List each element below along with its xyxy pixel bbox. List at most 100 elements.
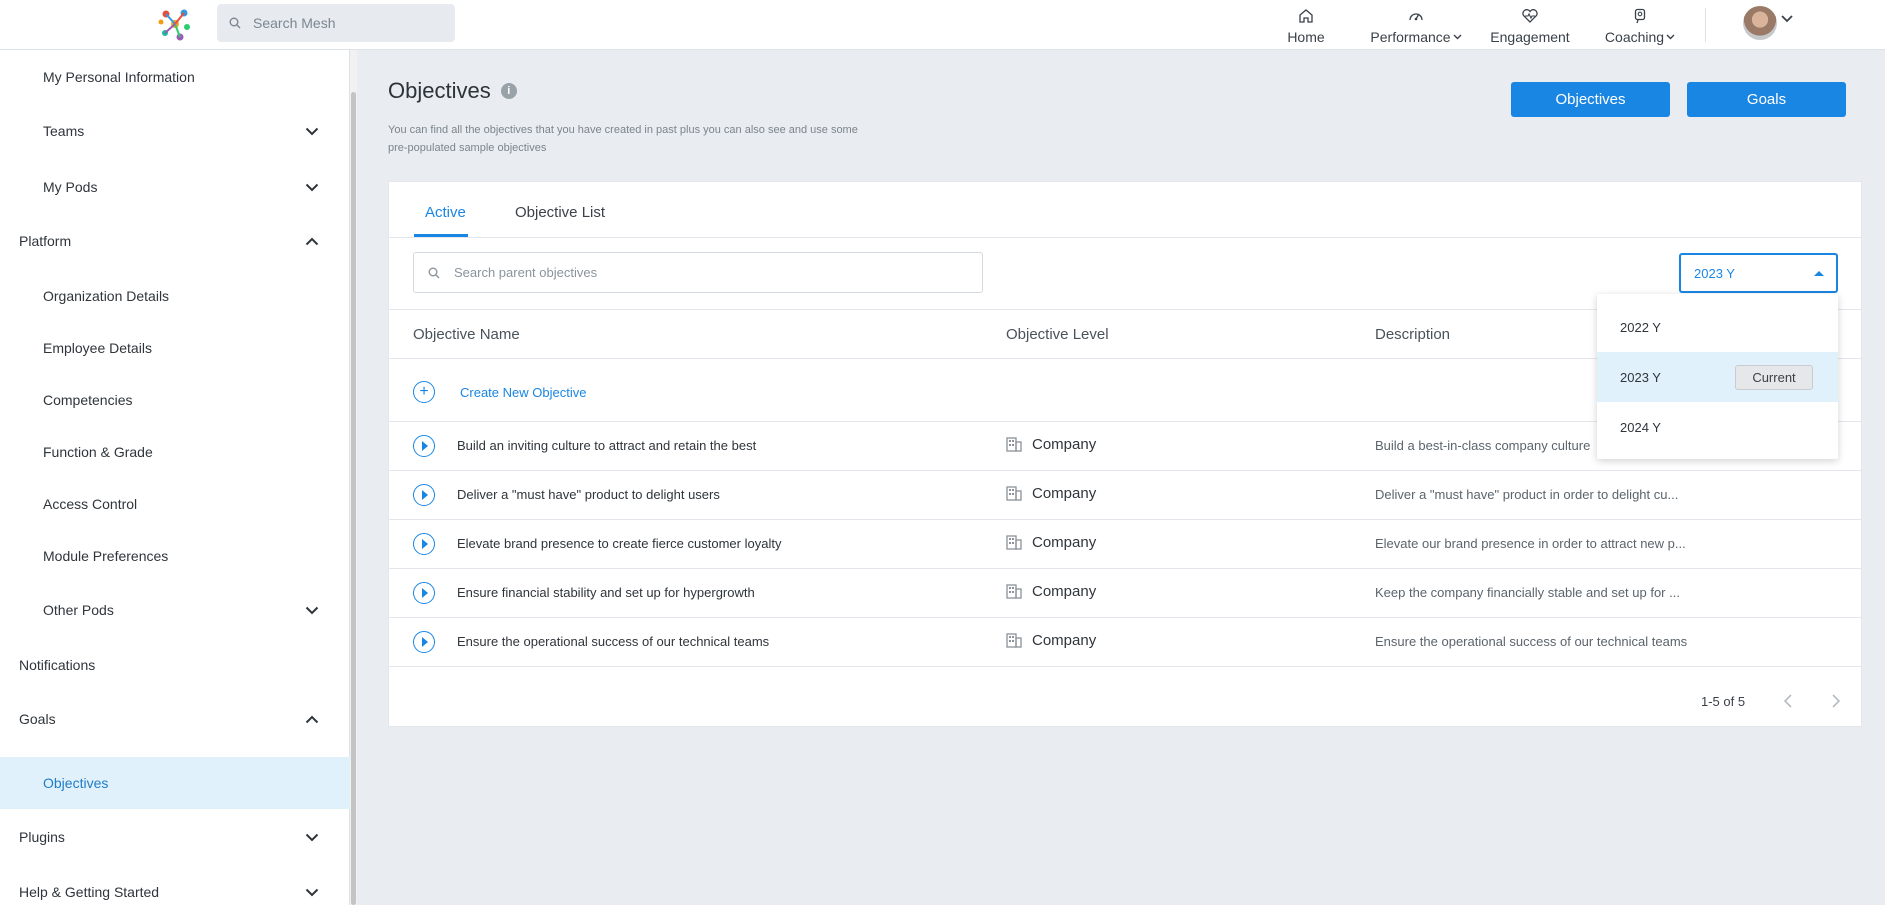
- sidebar-item-label: My Pods: [43, 179, 98, 195]
- objective-description: Keep the company financially stable and …: [1375, 585, 1680, 600]
- top-navbar: Search Mesh Home Performance Engagement …: [0, 0, 1885, 50]
- objective-name: Elevate brand presence to create fierce …: [457, 536, 782, 551]
- sidebar-item-label: My Personal Information: [43, 69, 195, 85]
- sidebar-item-teams[interactable]: Teams: [0, 120, 350, 142]
- objective-level: Company: [1006, 534, 1096, 551]
- create-new-objective-button[interactable]: + Create New Objective: [413, 381, 586, 403]
- nav-home[interactable]: Home: [1283, 0, 1329, 50]
- objective-level-label: Company: [1032, 632, 1097, 649]
- sidebar-item-label: Competencies: [43, 392, 133, 408]
- pagination-range: 1-5 of 5: [1701, 694, 1746, 709]
- nav-engagement[interactable]: Engagement: [1490, 0, 1570, 50]
- objective-name: Deliver a "must have" product to delight…: [457, 487, 720, 502]
- sidebar-item-competencies[interactable]: Competencies: [0, 389, 350, 411]
- sidebar-item-label: Other Pods: [43, 602, 114, 618]
- table-row[interactable]: Ensure financial stability and set up fo…: [389, 569, 1861, 618]
- objective-name: Build an inviting culture to attract and…: [457, 438, 757, 453]
- objective-name: Ensure financial stability and set up fo…: [457, 585, 755, 600]
- objective-level-label: Company: [1032, 485, 1097, 502]
- sidebar-item-label: Platform: [19, 233, 72, 249]
- sidebar-item-objectives[interactable]: Objectives: [0, 757, 350, 809]
- nav-engagement-label: Engagement: [1490, 28, 1570, 45]
- objective-level: Company: [1006, 485, 1096, 502]
- sidebar-item-access-control[interactable]: Access Control: [0, 493, 350, 515]
- sidebar-item-function-grade[interactable]: Function & Grade: [0, 441, 350, 463]
- home-icon: [1299, 8, 1313, 23]
- performance-icon: [1409, 12, 1423, 20]
- sidebar-item-module-preferences[interactable]: Module Preferences: [0, 545, 350, 567]
- parent-objectives-search-placeholder: Search parent objectives: [454, 265, 598, 280]
- sidebar-item-label: Notifications: [19, 657, 96, 673]
- sidebar-item-label: Goals: [19, 711, 56, 727]
- tab-objective-list[interactable]: Objective List: [515, 204, 605, 221]
- chevron-up-icon: [305, 237, 319, 245]
- caret-up-icon: [1814, 271, 1824, 276]
- expand-play-icon[interactable]: [413, 582, 435, 604]
- mesh-logo[interactable]: [156, 5, 194, 43]
- sidebar-item-my-personal-information[interactable]: My Personal Information: [0, 66, 350, 88]
- year-option-2023[interactable]: 2023 Y Current: [1597, 352, 1838, 402]
- chevron-down-icon: [305, 833, 319, 841]
- year-option-label: 2024 Y: [1620, 419, 1661, 435]
- objective-description: Deliver a "must have" product in order t…: [1375, 487, 1679, 502]
- year-option-label: 2023 Y: [1620, 369, 1661, 385]
- chevron-down-icon: [305, 888, 319, 896]
- search-icon: [428, 267, 440, 278]
- objectives-button[interactable]: Objectives: [1511, 82, 1670, 117]
- info-icon[interactable]: i: [500, 83, 517, 99]
- goals-button[interactable]: Goals: [1687, 82, 1846, 117]
- sidebar-item-notifications[interactable]: Notifications: [0, 654, 350, 676]
- nav-performance[interactable]: Performance: [1370, 0, 1462, 50]
- sidebar-item-label: Organization Details: [43, 288, 170, 304]
- sidebar-item-label: Employee Details: [43, 340, 152, 356]
- objective-description: Elevate our brand presence in order to a…: [1375, 536, 1686, 551]
- page-title: Objectives i: [388, 78, 517, 104]
- objective-description: Ensure the operational success of our te…: [1375, 634, 1688, 649]
- year-option-label: 2022 Y: [1620, 319, 1661, 335]
- table-row[interactable]: Ensure the operational success of our te…: [389, 618, 1861, 667]
- sidebar-item-label: Teams: [43, 123, 85, 139]
- year-option-2022[interactable]: 2022 Y: [1597, 302, 1838, 352]
- sidebar-item-help-getting-started[interactable]: Help & Getting Started: [0, 881, 350, 903]
- coaching-icon: [1634, 8, 1646, 23]
- table-row[interactable]: Deliver a "must have" product to delight…: [389, 471, 1861, 520]
- table-row[interactable]: Elevate brand presence to create fierce …: [389, 520, 1861, 569]
- column-header-objective-name[interactable]: Objective Name: [413, 326, 520, 343]
- year-select[interactable]: 2023 Y: [1679, 253, 1838, 293]
- user-avatar[interactable]: [1743, 6, 1777, 40]
- sidebar-item-organization-details[interactable]: Organization Details: [0, 285, 350, 307]
- sidebar-item-goals[interactable]: Goals: [0, 708, 350, 730]
- tabs-divider: [389, 237, 1861, 238]
- sidebar-item-plugins[interactable]: Plugins: [0, 826, 350, 848]
- global-search-input[interactable]: Search Mesh: [217, 4, 455, 42]
- objective-level: Company: [1006, 632, 1096, 649]
- expand-play-icon[interactable]: [413, 484, 435, 506]
- sidebar-item-label: Help & Getting Started: [19, 884, 160, 900]
- expand-play-icon[interactable]: [413, 631, 435, 653]
- year-option-2024[interactable]: 2024 Y: [1597, 402, 1838, 452]
- chevron-left-icon[interactable]: [1783, 694, 1793, 708]
- parent-objectives-search-input[interactable]: Search parent objectives: [413, 252, 983, 293]
- chevron-right-icon[interactable]: [1831, 694, 1841, 708]
- sidebar-item-my-pods[interactable]: My Pods: [0, 176, 350, 198]
- sidebar-item-other-pods[interactable]: Other Pods: [0, 599, 350, 621]
- expand-play-icon[interactable]: [413, 533, 435, 555]
- objective-level: Company: [1006, 583, 1096, 600]
- chevron-down-icon: [305, 183, 319, 191]
- objective-level-label: Company: [1032, 534, 1097, 551]
- column-header-description[interactable]: Description: [1375, 326, 1450, 343]
- plus-circle-icon: +: [413, 381, 435, 403]
- sidebar-item-platform[interactable]: Platform: [0, 230, 350, 252]
- column-header-objective-level[interactable]: Objective Level: [1006, 326, 1109, 343]
- nav-performance-label: Performance: [1370, 28, 1451, 45]
- chevron-up-icon: [305, 715, 319, 723]
- engagement-icon: [1522, 8, 1538, 23]
- sidebar-item-employee-details[interactable]: Employee Details: [0, 337, 350, 359]
- expand-play-icon[interactable]: [413, 435, 435, 457]
- tab-active[interactable]: Active: [425, 204, 466, 221]
- nav-coaching[interactable]: Coaching: [1604, 0, 1676, 50]
- create-new-objective-label: Create New Objective: [460, 384, 587, 400]
- sidebar-scrollbar-thumb[interactable]: [351, 92, 356, 905]
- chevron-down-icon[interactable]: [1781, 15, 1793, 23]
- page-description: You can find all the objectives that you…: [388, 124, 858, 154]
